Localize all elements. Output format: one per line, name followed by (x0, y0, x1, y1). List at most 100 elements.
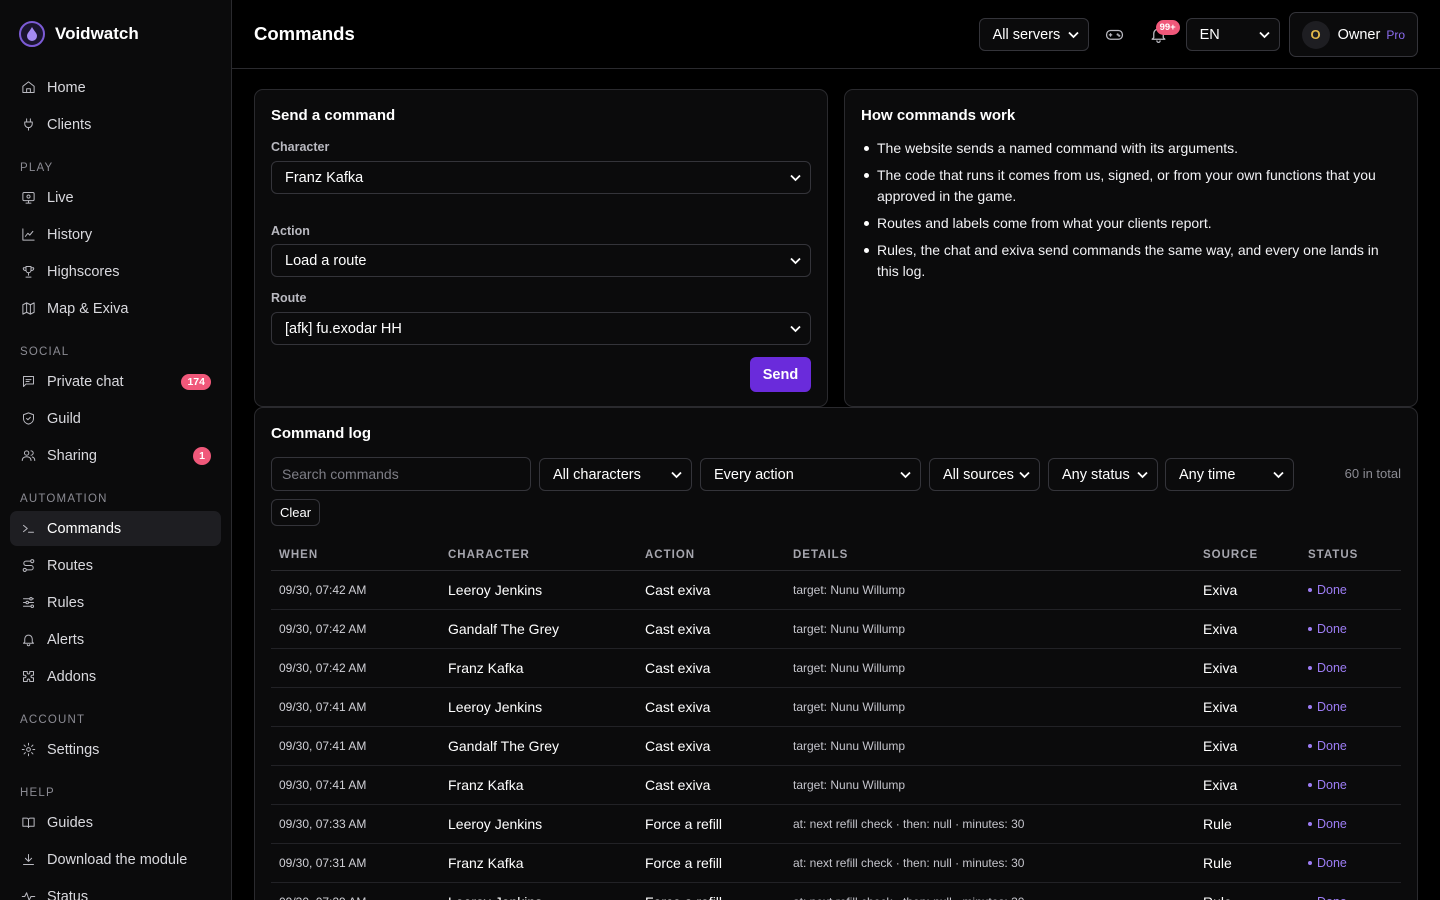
status-filter[interactable]: Any status (1048, 458, 1158, 491)
page-title: Commands (254, 23, 355, 44)
table-row[interactable]: 09/30, 07:33 AM Leeroy Jenkins Force a ref… (271, 805, 1401, 844)
sidebar-item-highscores[interactable]: Highscores (10, 254, 221, 289)
table-row[interactable]: 09/30, 07:31 AM Franz Kafka Force a refill… (271, 844, 1401, 883)
sidebar-item-label: Sharing (47, 447, 97, 464)
server-select[interactable]: All servers (978, 18, 1089, 51)
table-row[interactable]: 09/30, 07:42 AM Franz Kafka Cast exiva targ… (271, 649, 1401, 688)
cell-character: Leeroy Jenkins (448, 816, 543, 832)
status-text: Done (1317, 583, 1347, 597)
sidebar-item-map-exiva[interactable]: Map & Exiva (10, 291, 221, 326)
cell-source: Rule (1203, 816, 1232, 832)
cell-when: 09/30, 07:41 AM (279, 778, 367, 792)
bell-icon (20, 632, 36, 648)
cell-source: Rule (1203, 855, 1232, 871)
sidebar: Voidwatch Home Clients PLAY Live History High… (0, 0, 232, 900)
character-select[interactable]: Franz Kafka (271, 161, 811, 194)
sidebar-item-commands[interactable]: Commands (10, 511, 221, 546)
section-label: AUTOMATION (20, 493, 108, 505)
status-badge: Done (1308, 778, 1401, 792)
sidebar-item-guild[interactable]: Guild (10, 401, 221, 436)
cell-action: Force a refill (645, 894, 793, 900)
chevron-down-icon (900, 471, 911, 478)
sidebar-item-label: Status (47, 888, 89, 900)
sidebar-item-download-the-module[interactable]: Download the module (10, 842, 221, 877)
sidebar-item-label: Live (47, 189, 74, 206)
status-text: Done (1317, 778, 1347, 792)
cell-status: Done (1308, 778, 1401, 792)
sources-filter[interactable]: All sources (929, 458, 1040, 491)
column-status[interactable]: STATUS (1308, 549, 1401, 561)
sidebar-item-settings[interactable]: Settings (10, 732, 221, 767)
status-text: Done (1317, 622, 1347, 636)
plug-icon (20, 117, 36, 133)
pulse-icon (20, 889, 36, 900)
status-badge: Done (1308, 583, 1401, 597)
send-command-card: Send a command Character Franz Kafka Act… (254, 89, 828, 407)
search-input[interactable] (271, 457, 531, 491)
sidebar-item-alerts[interactable]: Alerts (10, 622, 221, 657)
table-body: 09/30, 07:42 AM Leeroy Jenkins Cast exiva t… (271, 571, 1401, 900)
table-row[interactable]: 09/30, 07:41 AM Franz Kafka Cast exiva targ… (271, 766, 1401, 805)
column-action[interactable]: ACTION (645, 549, 793, 561)
action-filter[interactable]: Every action (700, 458, 921, 491)
cell-status: Done (1308, 895, 1401, 900)
cell-status: Done (1308, 817, 1401, 831)
sidebar-item-label: Rules (47, 594, 85, 611)
table-row[interactable]: 09/30, 07:42 AM Leeroy Jenkins Cast exiva t… (271, 571, 1401, 610)
column-details[interactable]: DETAILS (793, 549, 1203, 561)
cell-action: Force a refill (645, 855, 723, 871)
status-badge: Done (1308, 817, 1401, 831)
brand[interactable]: Voidwatch (0, 0, 231, 68)
time-filter[interactable]: Any time (1165, 458, 1294, 491)
book-icon (20, 815, 36, 831)
count-badge: 174 (181, 373, 211, 390)
notifications-button[interactable]: 99+ (1144, 19, 1180, 50)
sidebar-item-label: History (47, 226, 93, 243)
language-select[interactable]: EN (1185, 18, 1280, 51)
sidebar-item-rules[interactable]: Rules (10, 585, 221, 620)
sidebar-item-label: Settings (47, 741, 100, 758)
column-character[interactable]: CHARACTER (448, 549, 645, 561)
table-row[interactable]: 09/30, 07:41 AM Leeroy Jenkins Cast exiva t… (271, 688, 1401, 727)
section-label: ACCOUNT (20, 714, 86, 726)
sidebar-item-home[interactable]: Home (10, 70, 221, 105)
clear-button[interactable]: Clear (271, 499, 320, 526)
sidebar-item-status[interactable]: Status (10, 879, 221, 900)
column-source[interactable]: SOURCE (1203, 549, 1308, 561)
sidebar-item-sharing[interactable]: Sharing 1 (10, 438, 221, 473)
sidebar-item-label: Map & Exiva (47, 300, 129, 317)
time-filter-value: Any time (1179, 466, 1236, 483)
sidebar-item-history[interactable]: History (10, 217, 221, 252)
sidebar-item-private-chat[interactable]: Private chat 174 (10, 364, 221, 399)
cell-details: at: next refill check · then: null · min… (793, 817, 1025, 831)
route-select[interactable]: [afk] fu.exodar HH (271, 312, 811, 345)
cell-details: at: next refill check · then: null · min… (793, 895, 1203, 900)
cell-source: Rule (1203, 894, 1308, 900)
column-when[interactable]: WHEN (271, 549, 448, 561)
action-select[interactable]: Load a route (271, 244, 811, 277)
characters-filter[interactable]: All characters (539, 458, 692, 491)
send-button[interactable]: Send (750, 357, 811, 392)
table-row[interactable]: 09/30, 07:42 AM Gandalf The Grey Cast exiv… (271, 610, 1401, 649)
send-command-title: Send a command (271, 107, 396, 124)
cell-source: Exiva (1203, 621, 1238, 637)
cell-when: 09/30, 07:33 AM (279, 817, 367, 831)
table-row[interactable]: 09/30, 07:41 AM Gandalf The Grey Cast exiv… (271, 727, 1401, 766)
chevron-down-icon (790, 325, 801, 332)
user-menu[interactable]: O Owner Pro (1288, 12, 1418, 57)
sidebar-item-guides[interactable]: Guides (10, 805, 221, 840)
sidebar-item-clients[interactable]: Clients (10, 107, 221, 142)
table-row[interactable]: 09/30, 07:29 AMLeeroy JenkinsForce a ref… (271, 883, 1401, 900)
status-badge: Done (1308, 622, 1401, 636)
sidebar-item-label: Home (47, 79, 86, 96)
action-label: Action (271, 224, 310, 238)
sidebar-item-live[interactable]: Live (10, 180, 221, 215)
sidebar-item-addons[interactable]: Addons (10, 659, 221, 694)
sidebar-item-label: Addons (47, 668, 97, 685)
sources-filter-value: All sources (943, 466, 1014, 483)
status-dot-icon (1308, 822, 1312, 826)
terminal-icon (20, 521, 36, 537)
gamepad-button[interactable] (1100, 20, 1130, 50)
sidebar-item-routes[interactable]: Routes (10, 548, 221, 583)
action-filter-value: Every action (714, 466, 794, 483)
